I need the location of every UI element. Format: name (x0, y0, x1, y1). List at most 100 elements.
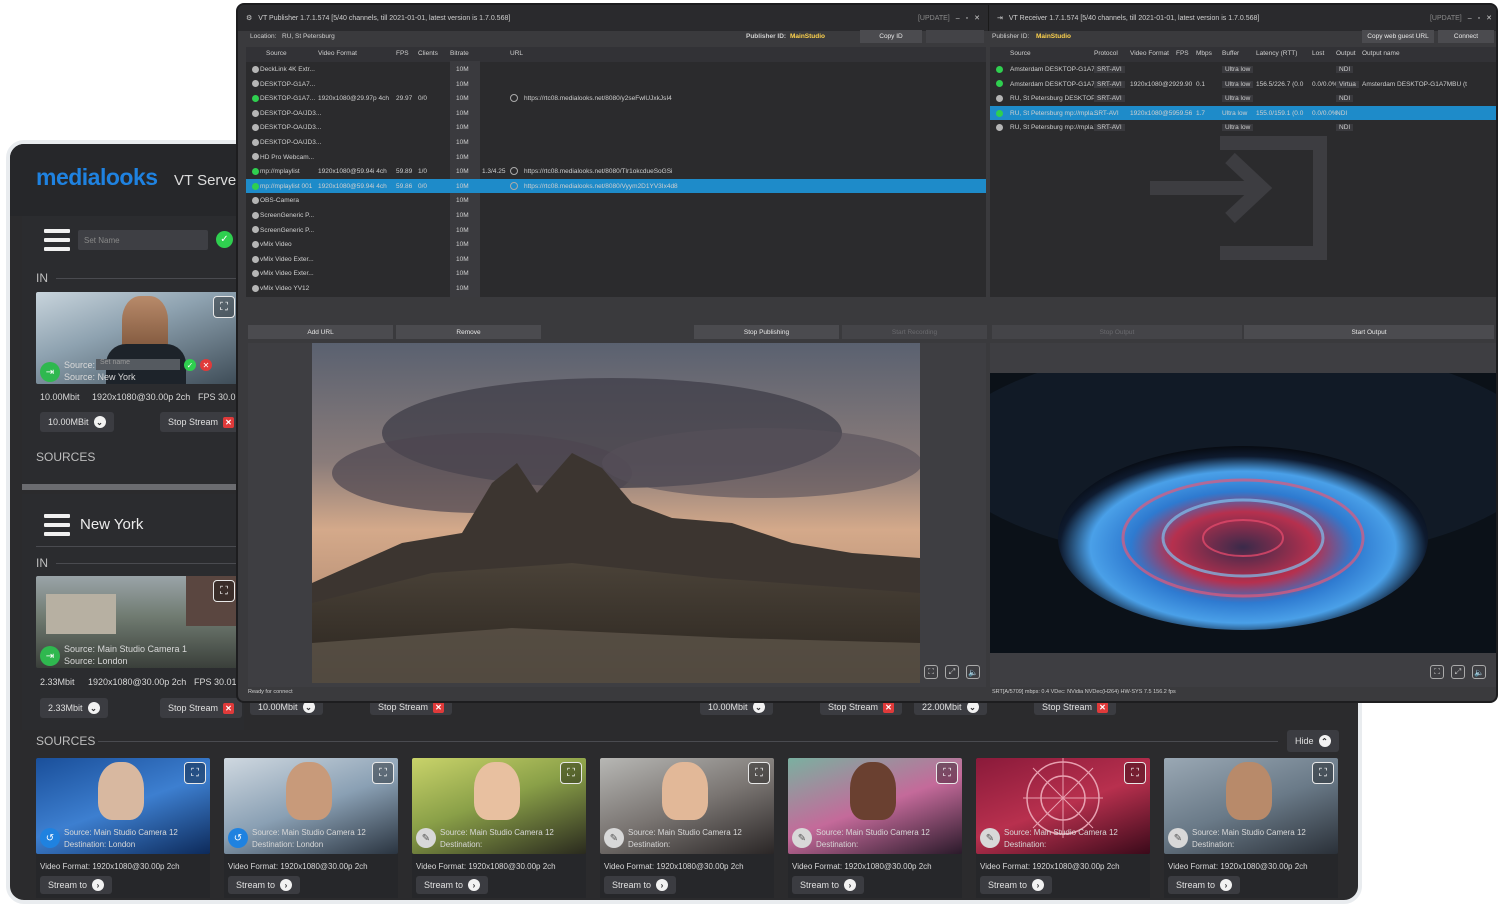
fit-icon[interactable]: ⤢ (945, 665, 959, 679)
status-dot-icon[interactable] (252, 255, 259, 263)
column-header[interactable]: Source (1010, 50, 1031, 57)
column-header[interactable]: Bitrate (450, 50, 469, 57)
source-icon[interactable]: ↺ (228, 828, 248, 848)
stop-publishing-button[interactable]: Stop Publishing (694, 325, 839, 339)
buffer-value[interactable]: Ultra low (1222, 66, 1254, 73)
person-figure[interactable] (98, 762, 144, 820)
stream-to-label[interactable]: Stream to (424, 880, 463, 890)
status-dot-icon[interactable] (252, 240, 259, 248)
output-value[interactable]: NDI (1336, 66, 1354, 73)
remove-button[interactable]: Remove (396, 325, 541, 339)
close-icon[interactable]: ✕ (974, 14, 980, 22)
table-row[interactable]: DESKTOP-OA/JD3... 10M (246, 135, 986, 150)
source-value[interactable]: RU, St Petersburg mp://mpla... (1010, 110, 1099, 117)
protocol-value[interactable]: SRT-AVI (1094, 66, 1125, 73)
start-output-button[interactable]: Start Output (1244, 325, 1494, 339)
water-ripple-video-frame[interactable] (990, 373, 1496, 653)
bitrate-select[interactable]: 10.00MBit ⌄ (40, 412, 114, 432)
column-header[interactable]: FPS (1176, 50, 1189, 57)
source-name[interactable]: vMix Video Exter... (260, 256, 314, 263)
stream-to-label[interactable]: Stream to (236, 880, 275, 890)
fullscreen-icon[interactable]: ⛶ (1124, 762, 1146, 784)
status-dot-icon[interactable] (252, 226, 259, 234)
status-dot-icon[interactable] (252, 211, 259, 219)
fullscreen-icon[interactable]: ⛶ (560, 762, 582, 784)
table-row[interactable]: mp://mplaylist 001 1920x1080@59.94i 4ch 59… (246, 178, 986, 194)
column-header[interactable]: Clients (418, 50, 438, 57)
source-name[interactable]: vMix Video YV12 (260, 285, 309, 292)
source-name[interactable]: DESKTOP-G1A7... (260, 81, 315, 88)
stop-stream-button[interactable]: Stop Stream ✕ (160, 698, 243, 718)
bitrate-value[interactable]: 10M (456, 270, 469, 277)
video-format-text[interactable]: Video Format: 1920x1080@30.00p 2ch (1168, 862, 1308, 871)
column-header[interactable]: Protocol (1094, 50, 1118, 57)
source-icon[interactable]: ↺ (40, 828, 60, 848)
source-offline-icon[interactable]: ✎ (604, 828, 624, 848)
output-name-value[interactable]: Amsterdam DESKTOP-G1A7MBU (t (1362, 81, 1467, 88)
format-value[interactable]: 1920x1080@59 (1130, 110, 1176, 117)
bitrate-value[interactable]: 10M (456, 139, 469, 146)
column-header[interactable]: Buffer (1222, 50, 1239, 57)
clients-value[interactable]: 1/0 (418, 168, 427, 175)
source-name[interactable]: vMix Video (260, 241, 292, 248)
mbps-value[interactable]: 0.1 (1196, 81, 1205, 88)
source-offline-icon[interactable]: ✎ (792, 828, 812, 848)
bitrate-value[interactable]: 10M (456, 110, 469, 117)
bitrate-value[interactable]: 10M (456, 81, 469, 88)
column-header[interactable]: Output (1336, 50, 1356, 57)
chevron-right-icon[interactable]: › (1220, 879, 1233, 891)
link-icon[interactable] (510, 181, 518, 190)
mbps-value[interactable]: 1.7 (1196, 110, 1205, 117)
stream-to-button[interactable]: Stream to › (40, 876, 113, 894)
bitrate-value[interactable]: 10M (456, 197, 469, 204)
table-row[interactable]: mp://mplaylist 1920x1080@59.94i 4ch 59.89 1… (246, 164, 986, 179)
check-icon[interactable]: ✓ (216, 231, 233, 248)
publisher-update-link[interactable]: [UPDATE] (918, 15, 950, 22)
bitrate-value[interactable]: 10M (456, 95, 469, 102)
source-video-thumbnail[interactable]: ⛶ ↺ Source: Main Studio Camera 12 Destinati… (224, 758, 398, 854)
status-dot-icon[interactable] (996, 94, 1003, 102)
chevron-right-icon[interactable]: › (280, 879, 293, 891)
fullscreen-icon[interactable]: ⛶ (184, 762, 206, 784)
source-card[interactable]: ⛶ ✎ Source: Main Studio Camera 12 Destinati… (976, 758, 1150, 898)
status-dot-icon[interactable] (996, 65, 1003, 73)
check-icon[interactable]: ✓ (184, 359, 196, 371)
bitrate-value[interactable]: 10M (456, 212, 469, 219)
source-line[interactable]: Source: Main Studio Camera 12 (440, 828, 554, 837)
start-recording-button[interactable]: Start Recording (842, 325, 987, 339)
source-video-thumbnail[interactable]: ⛶ ↺ Source: Main Studio Camera 12 Destinati… (36, 758, 210, 854)
bitrate-select[interactable]: 2.33Mbit ⌄ (40, 698, 108, 718)
column-header[interactable]: Source (266, 50, 287, 57)
stream-to-button[interactable]: Stream to › (416, 876, 489, 894)
status-dot-icon[interactable] (252, 94, 259, 102)
source-video-thumbnail[interactable]: ⛶ ✎ Source: Main Studio Camera 12 Destinati… (412, 758, 586, 854)
table-row[interactable]: vMix Video 10M (246, 237, 986, 252)
mute-icon[interactable]: 🔈 (966, 665, 980, 679)
fullscreen-icon[interactable]: ⛶ (1312, 762, 1334, 784)
minimize-icon[interactable]: – (1468, 15, 1472, 22)
url-value[interactable]: https://rtc08.medialooks.net/8080/y2seFw… (524, 95, 672, 102)
url-value[interactable]: https://rtc08.medialooks.net/8080/Tlr1ok… (524, 168, 673, 175)
source-name[interactable]: DESKTOP-OA/JD3... (260, 139, 321, 146)
source-card[interactable]: ⛶ ✎ Source: Main Studio Camera 12 Destinati… (788, 758, 962, 898)
table-row[interactable]: vMix Video Exter... 10M (246, 252, 986, 267)
mountain-video-frame[interactable] (312, 343, 920, 683)
destination-line[interactable]: Destination: London (64, 840, 135, 849)
column-header[interactable]: Latency (RTT) (1256, 50, 1297, 57)
destination-line[interactable]: Destination: (816, 840, 858, 849)
source-name[interactable]: ScreenGeneric P... (260, 227, 314, 234)
fps-value[interactable]: 59.56 (1176, 110, 1192, 117)
source-offline-icon[interactable]: ✎ (980, 828, 1000, 848)
table-row[interactable]: vMix Video Exter... 10M (246, 266, 986, 281)
table-row[interactable]: HD Pro Webcam... 10M (246, 150, 986, 165)
bitrate-value[interactable]: 10M (456, 183, 469, 190)
column-header[interactable]: FPS (396, 50, 409, 57)
stream-to-label[interactable]: Stream to (48, 880, 87, 890)
source-name[interactable]: ScreenGeneric P... (260, 212, 314, 219)
video-format-text[interactable]: Video Format: 1920x1080@30.00p 2ch (792, 862, 932, 871)
status-dot-icon[interactable] (252, 138, 259, 146)
fullscreen-icon[interactable]: ⛶ (213, 296, 235, 318)
protocol-value[interactable]: SRT-AVI (1094, 110, 1119, 117)
stream-to-label[interactable]: Stream to (988, 880, 1027, 890)
destination-line[interactable]: Destination: (440, 840, 482, 849)
